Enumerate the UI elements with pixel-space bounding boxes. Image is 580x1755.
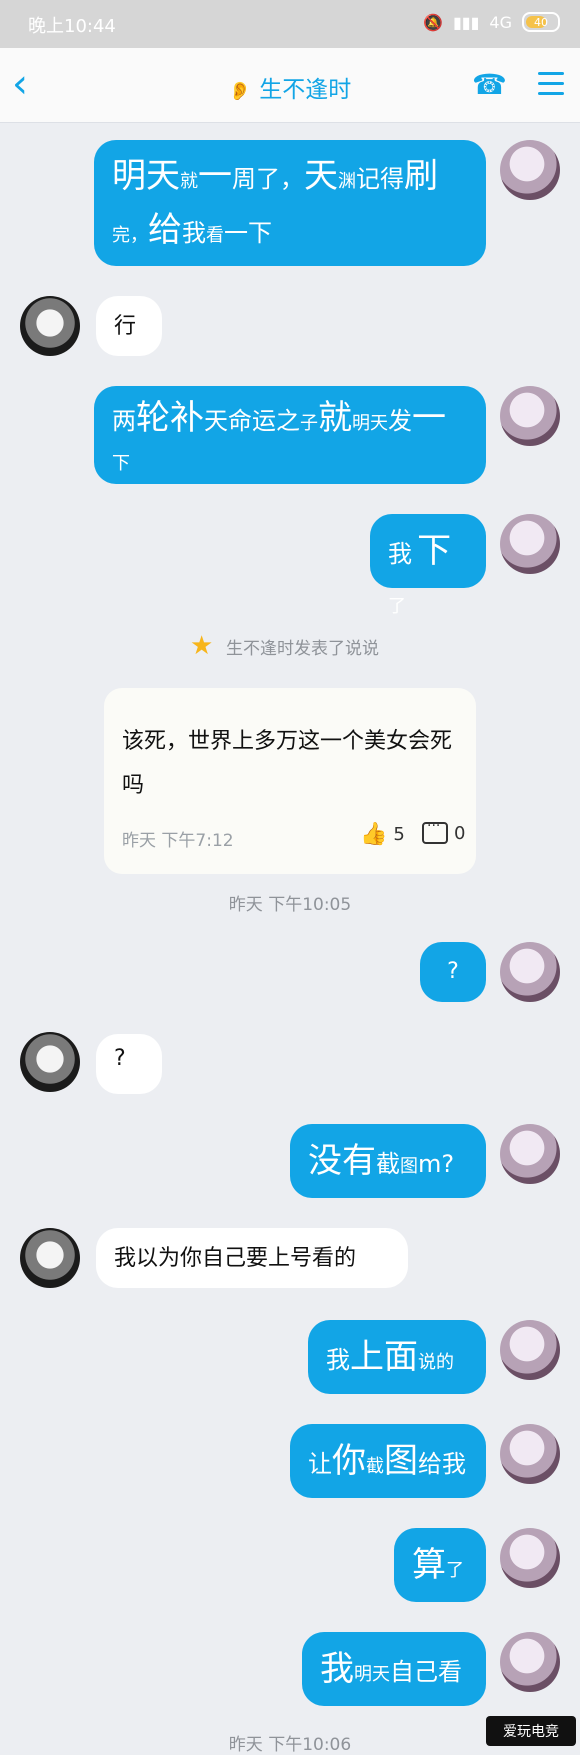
battery-icon: 40: [522, 12, 560, 32]
message-bubble[interactable]: 让你截图给我: [290, 1424, 486, 1498]
message-bubble[interactable]: 明天就一周了，天渊记得刷 完，给我看一下: [94, 140, 486, 266]
status-time: 晚上10:44: [28, 16, 116, 37]
thumbs-up-icon: 👍: [360, 822, 388, 847]
status-right: 🔕 ▮▮▮ 4G 40: [423, 12, 560, 32]
message-bubble[interactable]: 我以为你自己要上号看的: [96, 1228, 408, 1288]
menu-icon[interactable]: [538, 72, 564, 98]
status-bar: 晚上10:44 🔕 ▮▮▮ 4G 40: [0, 0, 580, 48]
my-avatar[interactable]: [500, 942, 560, 1002]
my-avatar[interactable]: [500, 514, 560, 574]
my-avatar[interactable]: [500, 1320, 560, 1380]
ear-icon: 👂: [228, 81, 252, 102]
my-avatar[interactable]: [500, 1424, 560, 1484]
contact-avatar[interactable]: [20, 296, 80, 356]
message-bubble[interactable]: 算了: [394, 1528, 486, 1602]
post-time: 昨天 下午7:12: [122, 831, 234, 851]
contact-avatar[interactable]: [20, 1032, 80, 1092]
message-row: 明天就一周了，天渊记得刷 完，给我看一下: [94, 140, 486, 266]
my-avatar[interactable]: [500, 1528, 560, 1588]
contact-avatar[interactable]: [20, 1228, 80, 1288]
watermark-logo: 爱玩电竞: [486, 1716, 576, 1746]
post-text: 该死，世界上多万这一个美女会死吗: [122, 729, 453, 798]
message-bubble[interactable]: 行: [96, 296, 162, 356]
like-button[interactable]: 👍 5: [360, 822, 405, 847]
my-avatar[interactable]: [500, 1124, 560, 1184]
comment-icon: [422, 818, 448, 844]
message-bubble[interactable]: 两轮补天命运之子就明天发一 下: [94, 386, 486, 484]
message-bubble[interactable]: 我明天自己看: [302, 1632, 486, 1706]
timestamp: 昨天 下午10:05: [228, 895, 352, 915]
network-label: 4G: [489, 12, 512, 32]
message-bubble[interactable]: 没有截图m?: [290, 1124, 486, 1198]
my-avatar[interactable]: [500, 386, 560, 446]
phone-icon[interactable]: ☎: [472, 68, 507, 102]
message-bubble[interactable]: ?: [96, 1034, 162, 1094]
my-avatar[interactable]: [500, 140, 560, 200]
qzone-star-icon: ★: [190, 631, 214, 661]
post-card[interactable]: 该死，世界上多万这一个美女会死吗 昨天 下午7:12 👍 5 0: [104, 688, 476, 874]
message-bubble[interactable]: ?: [420, 942, 486, 1002]
message-bubble[interactable]: 我上面说的: [308, 1320, 486, 1394]
message-bubble[interactable]: 我 下了: [370, 514, 486, 617]
mute-icon: 🔕: [423, 12, 443, 32]
contact-name: 生不逢时: [259, 77, 352, 103]
chat-header: ‹ 👂 生不逢时 ☎: [0, 48, 580, 123]
signal-icon: ▮▮▮: [453, 12, 480, 32]
feed-note: ★ 生不逢时发表了说说: [190, 631, 379, 661]
comment-button[interactable]: 0: [422, 818, 465, 844]
my-avatar[interactable]: [500, 1632, 560, 1692]
